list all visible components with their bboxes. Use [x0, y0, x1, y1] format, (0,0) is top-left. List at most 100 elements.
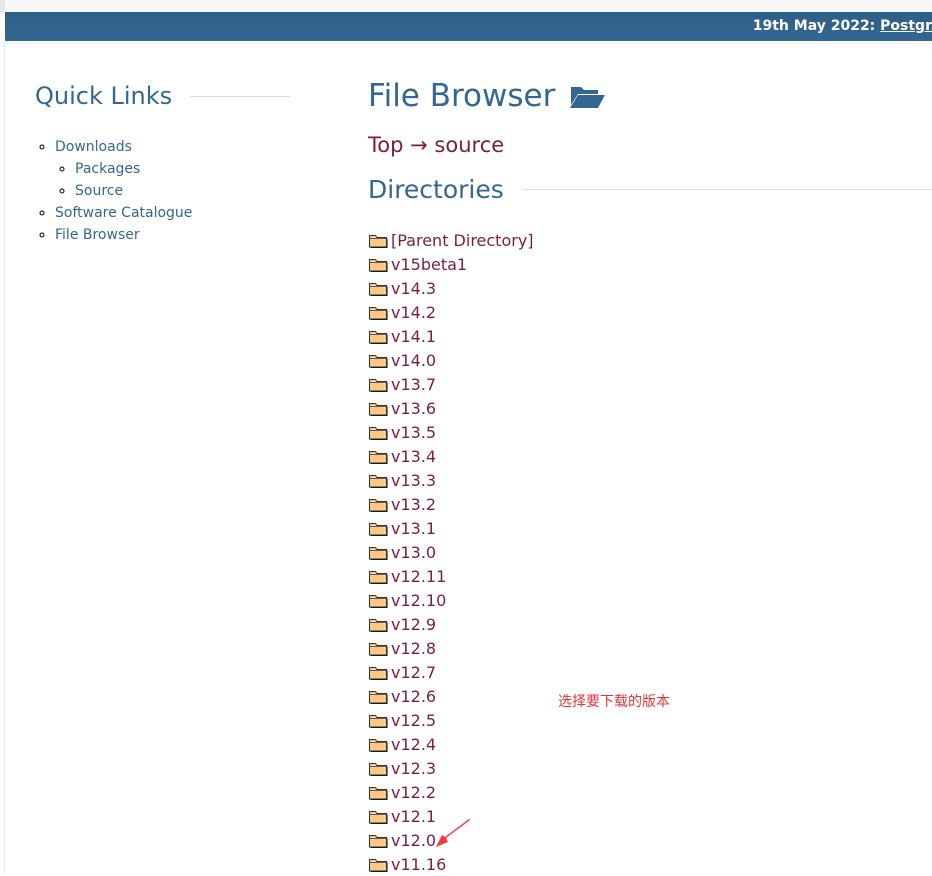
directory-item: v13.3: [368, 468, 932, 492]
annotation-arrow-icon: [436, 819, 470, 847]
directory-item: v13.5: [368, 420, 932, 444]
directory-item: v13.4: [368, 444, 932, 468]
page-title-text: File Browser: [368, 78, 556, 114]
directory-link[interactable]: v13.1: [391, 519, 436, 538]
directory-link[interactable]: v13.3: [391, 471, 436, 490]
directory-item: v12.11: [368, 564, 932, 588]
folder-icon: [369, 858, 388, 872]
folder-icon: [369, 354, 388, 368]
main-content: File Browser Top → source Directories [P…: [368, 76, 932, 876]
directory-item: v11.16: [368, 852, 932, 876]
link-software-catalogue[interactable]: Software Catalogue: [55, 205, 192, 221]
directory-link[interactable]: v13.2: [391, 495, 436, 514]
sidebar-item-source: Source: [75, 180, 295, 202]
folder-icon: [369, 810, 388, 824]
folder-open-icon: [570, 87, 606, 108]
directory-item: v12.2: [368, 780, 932, 804]
link-file-browser[interactable]: File Browser: [55, 227, 140, 243]
directory-link[interactable]: v14.3: [391, 279, 436, 298]
folder-icon: [369, 498, 388, 512]
directory-link[interactable]: v12.3: [391, 759, 436, 778]
directory-item: v12.7: [368, 660, 932, 684]
folder-icon: [369, 258, 388, 272]
directory-link[interactable]: v12.0: [391, 831, 436, 850]
directory-link[interactable]: v13.5: [391, 423, 436, 442]
breadcrumb: Top → source: [368, 133, 932, 157]
link-source[interactable]: Source: [75, 183, 123, 199]
directory-link[interactable]: v12.1: [391, 807, 436, 826]
directory-link[interactable]: v12.5: [391, 711, 436, 730]
link-downloads[interactable]: Downloads: [55, 139, 132, 155]
directory-link[interactable]: v12.10: [391, 591, 446, 610]
directory-item: v13.0: [368, 540, 932, 564]
folder-icon: [369, 234, 388, 248]
directory-item: v12.8: [368, 636, 932, 660]
directory-item: v14.2: [368, 300, 932, 324]
sidebar-title-text: Quick Links: [35, 82, 173, 110]
directory-link[interactable]: v12.8: [391, 639, 436, 658]
directory-list: [Parent Directory] v15beta1 v14.3 v14.2 v14.…: [368, 228, 932, 876]
directory-item: v15beta1: [368, 252, 932, 276]
folder-icon: [369, 546, 388, 560]
annotation-text: 选择要下载的版本: [558, 694, 670, 710]
page-title: File Browser: [368, 76, 932, 116]
left-edge-divider: [4, 41, 5, 873]
directory-link[interactable]: v12.11: [391, 567, 446, 586]
folder-icon: [369, 714, 388, 728]
directory-item: v13.2: [368, 492, 932, 516]
link-packages[interactable]: Packages: [75, 161, 140, 177]
folder-icon: [369, 426, 388, 440]
directory-link[interactable]: v12.4: [391, 735, 436, 754]
directory-link[interactable]: v11.16: [391, 855, 446, 874]
folder-icon: [369, 738, 388, 752]
directory-item: v12.9: [368, 612, 932, 636]
directory-link[interactable]: [Parent Directory]: [391, 231, 534, 250]
directory-link[interactable]: v12.9: [391, 615, 436, 634]
divider: [521, 189, 932, 190]
folder-icon: [369, 786, 388, 800]
directory-item: v12.5: [368, 708, 932, 732]
quick-links-list: Downloads Packages Source Software Catal…: [35, 136, 295, 246]
directory-link[interactable]: v13.7: [391, 375, 436, 394]
directory-link[interactable]: v15beta1: [391, 255, 467, 274]
directory-item: v13.7: [368, 372, 932, 396]
directories-heading-text: Directories: [368, 175, 504, 204]
banner-link[interactable]: Postgr: [880, 18, 932, 34]
directory-item: v13.1: [368, 516, 932, 540]
sidebar-item-software-catalogue: Software Catalogue: [55, 202, 295, 224]
breadcrumb-current[interactable]: source: [434, 133, 504, 157]
folder-icon: [369, 378, 388, 392]
directory-link[interactable]: v12.7: [391, 663, 436, 682]
sidebar-item-downloads: Downloads Packages Source: [55, 136, 295, 202]
folder-icon: [369, 762, 388, 776]
folder-icon: [369, 450, 388, 464]
directory-item: v13.6: [368, 396, 932, 420]
folder-icon: [369, 618, 388, 632]
directory-link[interactable]: v13.6: [391, 399, 436, 418]
directory-link[interactable]: v14.2: [391, 303, 436, 322]
folder-icon: [369, 666, 388, 680]
folder-icon: [369, 282, 388, 296]
sidebar-item-packages: Packages: [75, 158, 295, 180]
directory-item: v12.4: [368, 732, 932, 756]
browser-top-strip: [0, 0, 932, 12]
announcement-banner: 19th May 2022: Postgr: [5, 12, 932, 41]
directory-link[interactable]: v14.0: [391, 351, 436, 370]
directory-item: v12.10: [368, 588, 932, 612]
directory-link[interactable]: v13.0: [391, 543, 436, 562]
folder-icon: [369, 834, 388, 848]
directory-link[interactable]: v13.4: [391, 447, 436, 466]
breadcrumb-arrow: →: [410, 133, 428, 157]
folder-icon: [369, 570, 388, 584]
banner-date: 19th May 2022:: [752, 18, 881, 34]
sidebar-item-file-browser: File Browser: [55, 224, 295, 246]
directory-link[interactable]: v12.6: [391, 687, 436, 706]
directory-link[interactable]: v12.2: [391, 783, 436, 802]
folder-icon: [369, 594, 388, 608]
breadcrumb-top[interactable]: Top: [368, 133, 403, 157]
sidebar-title: Quick Links: [35, 80, 295, 112]
folder-icon: [369, 402, 388, 416]
folder-icon: [369, 474, 388, 488]
directory-link[interactable]: v14.1: [391, 327, 436, 346]
folder-icon: [369, 522, 388, 536]
